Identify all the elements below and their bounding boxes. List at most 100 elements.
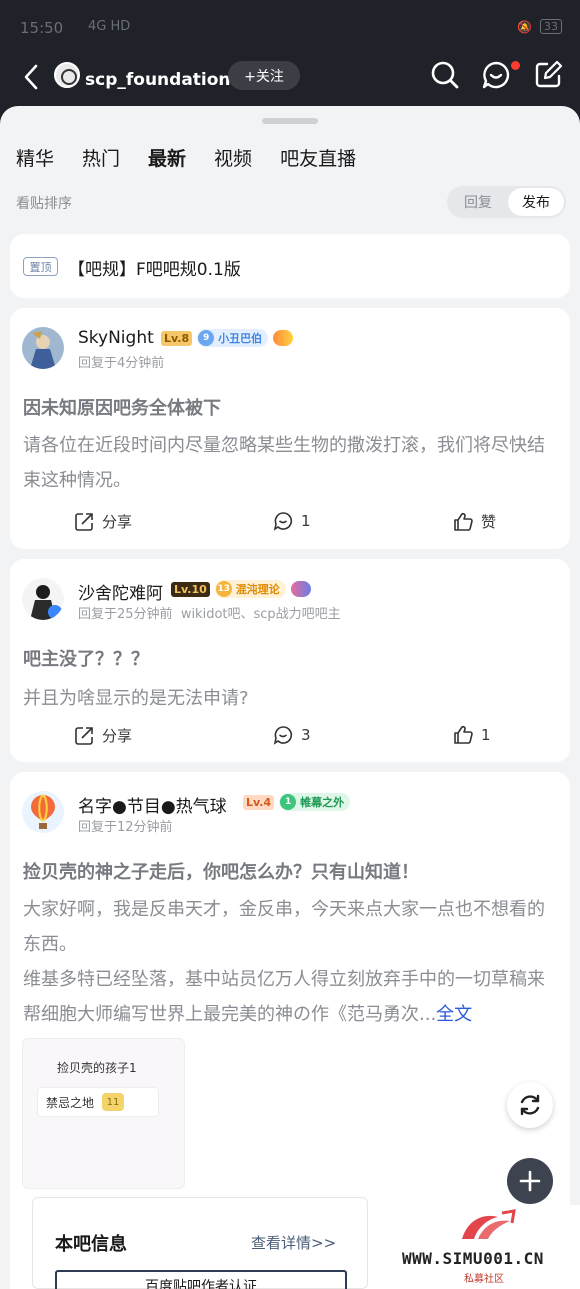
tab-bar: 精华 热门 最新 视频 吧友直播 <box>16 144 384 174</box>
post-actions: 分享 1 赞 <box>10 511 570 535</box>
sort-reply-option[interactable]: 回复 <box>450 188 506 216</box>
watermark-site: WWW.SIMU001.CN <box>402 1249 544 1268</box>
share-icon <box>75 726 93 745</box>
post-title[interactable]: 因未知原因吧务全体被下 <box>23 394 221 420</box>
like-icon <box>454 512 473 531</box>
post-body-paragraph: 大家好啊，我是反串天才，金反串，今天来点大家一点也不想看的东西。 <box>23 899 545 955</box>
search-icon[interactable] <box>430 60 460 90</box>
post-body[interactable]: 并且为啥显示的是无法申请? <box>23 681 553 716</box>
fan-level: 13 <box>215 581 232 597</box>
watermark: WWW.SIMU001.CN 私募社区 <box>380 1205 580 1289</box>
new-post-button[interactable] <box>507 1158 553 1204</box>
sort-publish-option[interactable]: 发布 <box>508 188 564 216</box>
watermark-logo <box>462 1209 516 1239</box>
tab-live[interactable]: 吧友直播 <box>280 144 356 171</box>
post-body[interactable]: 请各位在近段时间内尽量忽略某些生物的撒泼打滚，我们将尽快结束这种情况。 <box>23 428 553 498</box>
forum-info-card[interactable]: 本吧信息 查看详情>> 百度贴吧作者认证 <box>32 1197 368 1289</box>
post-body-paragraph: 维基多特已经坠落，基中站员亿万人得立刻放弃手中的一切草稿来帮细胞大师编写世界上最… <box>23 969 545 1025</box>
level-badge: Lv.4 <box>243 794 275 810</box>
post-actions: 分享 3 1 <box>10 725 570 749</box>
share-icon <box>75 512 93 531</box>
post-meta: 回复于25分钟前 wikidot吧、scp战力吧吧主 <box>78 607 341 622</box>
username[interactable]: 名字●节目●热气球 <box>78 792 227 817</box>
fan-badge: 9 小丑巴伯 <box>197 329 269 347</box>
image-chip: 禁忌之地 11 <box>37 1087 159 1117</box>
post-meta: 回复于12分钟前 <box>78 820 173 835</box>
edit-icon[interactable] <box>533 60 563 90</box>
status-right: 🔕 33 <box>517 19 562 34</box>
sort-toggle: 回复 发布 <box>447 186 566 218</box>
comment-button[interactable]: 1 <box>273 511 311 531</box>
post-card[interactable]: SkyNight Lv.8 9 小丑巴伯 回复于4分钟前 因未知原因吧务全体被下… <box>10 308 570 549</box>
tab-latest[interactable]: 最新 <box>146 144 189 174</box>
plus-icon <box>519 1170 541 1192</box>
fan-level: 9 <box>198 330 215 346</box>
fan-badge: 1 帷幕之外 <box>279 793 351 811</box>
like-count: 1 <box>481 726 491 744</box>
tab-featured[interactable]: 精华 <box>16 144 54 171</box>
notification-dot <box>511 61 520 70</box>
sort-label: 看贴排序 <box>16 196 72 212</box>
watermark-cn: 私募社区 <box>464 1274 504 1285</box>
share-label: 分享 <box>102 727 133 745</box>
tab-video[interactable]: 视频 <box>214 144 252 171</box>
back-icon[interactable] <box>20 62 44 92</box>
level-badge: Lv.10 <box>171 581 210 597</box>
forum-name[interactable]: scp_foundation吧 <box>85 65 248 90</box>
read-more-link[interactable]: 全文 <box>436 1004 472 1025</box>
fan-title: 小丑巴伯 <box>218 332 263 345</box>
like-icon <box>454 725 473 744</box>
status-network: 4G HD <box>88 19 131 34</box>
share-button[interactable]: 分享 <box>74 511 132 532</box>
share-button[interactable]: 分享 <box>74 725 132 746</box>
level-badge: Lv.8 <box>161 330 193 346</box>
refresh-button[interactable] <box>507 1082 553 1128</box>
like-button[interactable]: 赞 <box>453 511 496 532</box>
username[interactable]: SkyNight <box>78 328 154 348</box>
mute-icon: 🔕 <box>517 19 532 34</box>
like-button[interactable]: 1 <box>453 725 491 745</box>
comment-icon <box>273 726 293 745</box>
gem-icon: 11 <box>102 1093 125 1111</box>
user-badges: Lv.4 1 帷幕之外 <box>243 793 351 811</box>
user-badges: Lv.10 13 混沌理论 <box>171 580 311 598</box>
user-avatar[interactable] <box>22 791 64 833</box>
user-badges: Lv.8 9 小丑巴伯 <box>161 329 294 347</box>
content-sheet[interactable]: 精华 热门 最新 视频 吧友直播 看贴排序 回复 发布 置顶 【吧规】F吧吧规0… <box>0 106 580 1289</box>
drag-handle[interactable] <box>262 118 318 124</box>
pinned-post[interactable]: 置顶 【吧规】F吧吧规0.1版 <box>10 234 570 298</box>
refresh-icon <box>520 1094 540 1116</box>
sticker-icon <box>273 330 294 346</box>
pinned-badge: 置顶 <box>23 257 58 276</box>
battery-indicator: 33 <box>540 19 562 34</box>
comment-count: 1 <box>301 512 311 530</box>
forum-info-detail-link[interactable]: 查看详情>> <box>251 1232 336 1253</box>
user-avatar[interactable] <box>22 578 64 620</box>
fan-title: 混沌理论 <box>235 583 280 596</box>
user-roles: wikidot吧、scp战力吧吧主 <box>180 607 341 622</box>
post-body[interactable]: 大家好啊，我是反串天才，金反串，今天来点大家一点也不想看的东西。 维基多特已经坠… <box>23 892 553 1032</box>
share-label: 分享 <box>102 513 133 531</box>
tab-hot[interactable]: 热门 <box>82 144 120 171</box>
username[interactable]: 沙舍陀难阿 <box>78 579 163 604</box>
comment-button[interactable]: 3 <box>273 725 311 745</box>
pinned-title[interactable]: 【吧规】F吧吧规0.1版 <box>68 255 241 280</box>
message-icon[interactable] <box>481 60 511 90</box>
user-avatar[interactable] <box>22 327 64 369</box>
fan-title: 帷幕之外 <box>300 796 345 809</box>
post-card[interactable]: 沙舍陀难阿 Lv.10 13 混沌理论 回复于25分钟前 wikidot吧、sc… <box>10 559 570 762</box>
author-cert-button[interactable]: 百度贴吧作者认证 <box>55 1270 347 1289</box>
status-time: 15:50 <box>20 19 64 37</box>
image-chip-label: 禁忌之地 <box>46 1095 95 1110</box>
forum-avatar[interactable] <box>54 62 80 88</box>
post-meta: 回复于4分钟前 <box>78 356 165 371</box>
comment-icon <box>273 512 293 531</box>
fan-badge: 13 混沌理论 <box>214 580 286 598</box>
post-title[interactable]: 吧主没了？？？ <box>23 645 149 671</box>
forum-info-heading: 本吧信息 <box>55 1234 127 1255</box>
fan-level: 1 <box>280 794 297 810</box>
follow-button[interactable]: +关注 <box>228 61 300 90</box>
post-title[interactable]: 捡贝壳的神之子走后，你吧怎么办？只有山知道！ <box>23 858 419 884</box>
image-caption: 捡贝壳的孩子1 <box>57 1061 137 1075</box>
post-image[interactable]: 捡贝壳的孩子1 禁忌之地 11 <box>22 1038 185 1189</box>
